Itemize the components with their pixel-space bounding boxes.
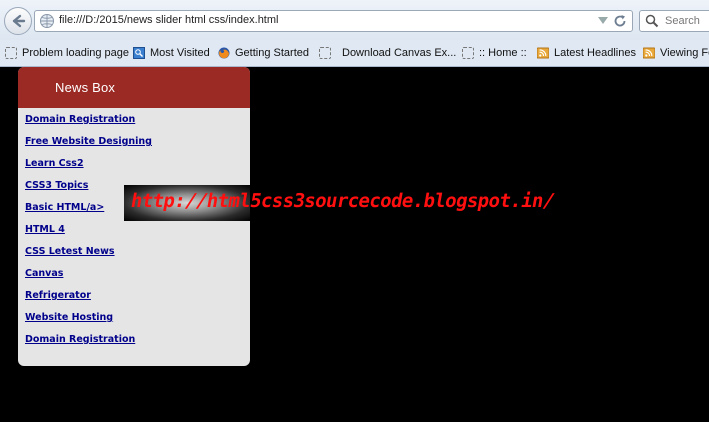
bookmark-label: :: Home :: — [479, 47, 527, 59]
news-link[interactable]: Domain Registration — [25, 113, 245, 135]
news-link[interactable]: Website Hosting — [25, 311, 245, 333]
firefox-icon — [218, 47, 230, 59]
news-link[interactable]: CSS Letest News — [25, 245, 245, 267]
bookmark-latest-headlines[interactable]: Latest Headlines — [537, 45, 636, 61]
bookmark-most-visited[interactable]: Most Visited — [133, 45, 210, 61]
blank-page-icon — [5, 47, 17, 59]
bookmarks-toolbar: Problem loading page Most Visited Gettin… — [0, 42, 709, 64]
bookmark-label: Problem loading page — [22, 47, 130, 59]
most-visited-icon — [133, 47, 145, 59]
navigation-toolbar: file:///D:/2015/news slider html css/ind… — [0, 0, 709, 40]
news-list: Domain Registration Free Website Designi… — [25, 113, 245, 357]
watermark-url: http://html5css3sourcecode.blogspot.in/ — [129, 190, 556, 212]
globe-icon — [40, 14, 54, 28]
blank-page-icon — [462, 47, 474, 59]
bookmark-label: Download Canvas Ex... — [342, 47, 457, 59]
news-link[interactable]: Domain Registration — [25, 333, 245, 355]
news-link[interactable]: Refrigerator — [25, 289, 245, 311]
news-link[interactable]: Learn Css2 — [25, 157, 245, 179]
watermark: http://html5css3sourcecode.blogspot.in/ — [124, 185, 556, 221]
bookmark-label: Getting Started — [235, 47, 309, 59]
browser-chrome: file:///D:/2015/news slider html css/ind… — [0, 0, 709, 67]
url-text: file:///D:/2015/news slider html css/ind… — [59, 14, 279, 26]
search-placeholder: Search — [665, 15, 700, 27]
bookmark-viewing[interactable]: Viewing Fo — [643, 45, 709, 61]
url-bar[interactable]: file:///D:/2015/news slider html css/ind… — [34, 10, 633, 32]
history-dropdown-icon[interactable] — [598, 17, 608, 24]
bookmark-label: Most Visited — [150, 47, 210, 59]
back-button[interactable] — [4, 7, 32, 35]
bookmark-problem-loading-page[interactable]: Problem loading page — [5, 45, 129, 61]
bookmark-label: Latest Headlines — [554, 47, 636, 59]
bookmark-label: Viewing Fo — [660, 47, 709, 59]
rss-icon — [537, 47, 549, 59]
news-link[interactable]: HTML 4 — [25, 223, 245, 245]
news-link[interactable]: Free Website Designing — [25, 135, 245, 157]
bookmark-download-canvas[interactable]: Download Canvas Ex... — [319, 45, 456, 61]
bookmark-home[interactable]: :: Home :: — [462, 45, 527, 61]
rss-icon — [643, 47, 655, 59]
news-link[interactable]: Canvas — [25, 267, 245, 289]
news-box-title: News Box — [18, 67, 250, 108]
search-box[interactable]: Search — [639, 10, 709, 32]
reload-icon[interactable] — [612, 13, 628, 29]
blank-page-icon — [319, 47, 331, 59]
search-icon — [645, 14, 659, 28]
back-arrow-icon — [12, 14, 26, 28]
bookmark-getting-started[interactable]: Getting Started — [218, 45, 309, 61]
